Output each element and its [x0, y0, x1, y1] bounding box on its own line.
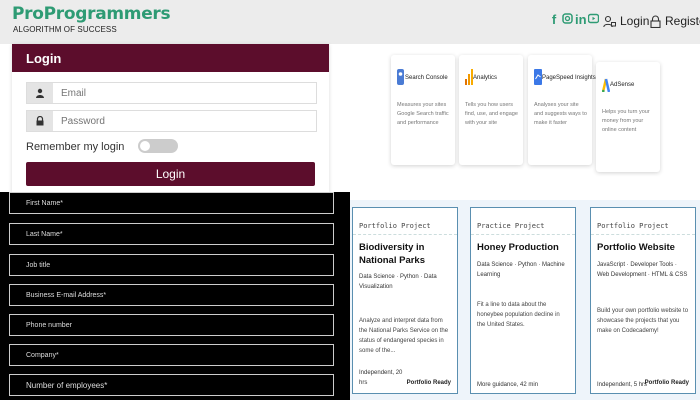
course-type: Portfolio Project [359, 222, 431, 230]
social-links: f in [549, 13, 600, 27]
header-login-label: Login [620, 14, 650, 28]
remember-label: Remember my login [26, 141, 125, 153]
tool-card-adsense[interactable]: AdSense Helps you turn your money from y… [596, 62, 660, 172]
header-register-label: Register [665, 14, 700, 28]
user-lock-icon [603, 15, 616, 27]
brand-tagline: ALGORITHM OF SUCCESS [13, 25, 117, 34]
facebook-icon[interactable]: f [549, 13, 559, 27]
contact-form: First Name* Last Name* Job title Busines… [0, 192, 350, 400]
first-name-field[interactable]: First Name* [9, 192, 334, 214]
tool-name: AdSense [610, 82, 635, 88]
tool-name: Analytics [473, 75, 498, 81]
tool-desc: Helps you turn your money from your onli… [602, 109, 650, 133]
business-email-field[interactable]: Business E-mail Address* [9, 284, 334, 306]
email-field[interactable] [26, 82, 317, 104]
site-header: ProProgrammers ALGORITHM OF SUCCESS f in… [0, 0, 700, 44]
course-card[interactable]: Portfolio Project Portfolio Website Java… [590, 207, 696, 394]
login-button[interactable]: Login [26, 162, 315, 186]
divider [353, 234, 457, 235]
login-panel: Login Remember my login Login [12, 44, 329, 192]
linkedin-icon[interactable]: in [575, 13, 587, 27]
remember-toggle[interactable] [138, 139, 178, 153]
course-subjects: Data Science · Python · Machine Learning [477, 262, 565, 278]
job-title-field[interactable]: Job title [9, 254, 334, 276]
company-field[interactable]: Company* [9, 344, 334, 366]
tool-card-analytics[interactable]: Analytics Tells you how users find, use,… [459, 55, 523, 165]
tool-name: Search Console [405, 75, 448, 81]
last-name-field[interactable]: Last Name* [9, 223, 334, 245]
portfolio-badge: Portfolio Ready [644, 380, 689, 386]
tool-card-search-console[interactable]: Search Console Measures your sites Googl… [391, 55, 455, 165]
tool-desc: Analyses your site and suggests ways to … [534, 102, 587, 126]
tool-card-pagespeed[interactable]: PageSpeed Insights Analyses your site an… [528, 55, 596, 165]
youtube-icon[interactable] [587, 13, 600, 27]
tool-desc: Tells you how users find, use, and engag… [465, 102, 518, 126]
course-description: Fit a line to data about the honeybee po… [477, 302, 560, 328]
course-subjects: JavaScript · Developer Tools · Web Devel… [597, 262, 688, 278]
course-duration: More guidance, 42 min [477, 382, 539, 388]
course-card[interactable]: Portfolio Project Biodiversity in Nation… [352, 207, 458, 394]
instagram-icon[interactable] [562, 13, 573, 27]
course-cards: Portfolio Project Biodiversity in Nation… [350, 200, 700, 400]
pagespeed-icon [534, 69, 542, 85]
employees-field[interactable]: Number of employees* [9, 374, 334, 396]
tool-desc: Measures your sites Google Search traffi… [397, 102, 449, 126]
header-login-link[interactable]: Login [603, 14, 649, 28]
login-title: Login [12, 44, 329, 72]
tool-name: PageSpeed Insights [542, 75, 596, 81]
course-subjects: Data Science · Python · Data Visualizati… [359, 274, 437, 290]
search-console-icon [397, 69, 404, 85]
course-type: Portfolio Project [597, 222, 669, 230]
analytics-icon [465, 69, 473, 85]
course-title: Portfolio Website [597, 242, 675, 253]
password-input[interactable] [53, 114, 313, 128]
portfolio-badge: Portfolio Ready [406, 380, 451, 386]
phone-field[interactable]: Phone number [9, 314, 334, 336]
course-type: Practice Project [477, 222, 545, 230]
email-input[interactable] [53, 86, 313, 100]
adsense-icon [602, 78, 610, 92]
password-field[interactable] [26, 110, 317, 132]
header-register-link[interactable]: Register [650, 14, 700, 28]
divider [471, 234, 575, 235]
course-description: Analyze and interpret data from the Nati… [359, 318, 449, 354]
course-title: Biodiversity in National Parks [359, 242, 425, 266]
divider [591, 234, 695, 235]
lock-icon [650, 15, 661, 28]
course-card[interactable]: Practice Project Honey Production Data S… [470, 207, 576, 394]
course-duration: Independent, 20 hrs [359, 370, 403, 386]
lock-icon [27, 111, 53, 131]
course-title: Honey Production [477, 242, 559, 253]
course-description: Build your own portfolio website to show… [597, 308, 689, 334]
user-icon [27, 83, 53, 103]
brand-logo[interactable]: ProProgrammers [12, 4, 171, 24]
